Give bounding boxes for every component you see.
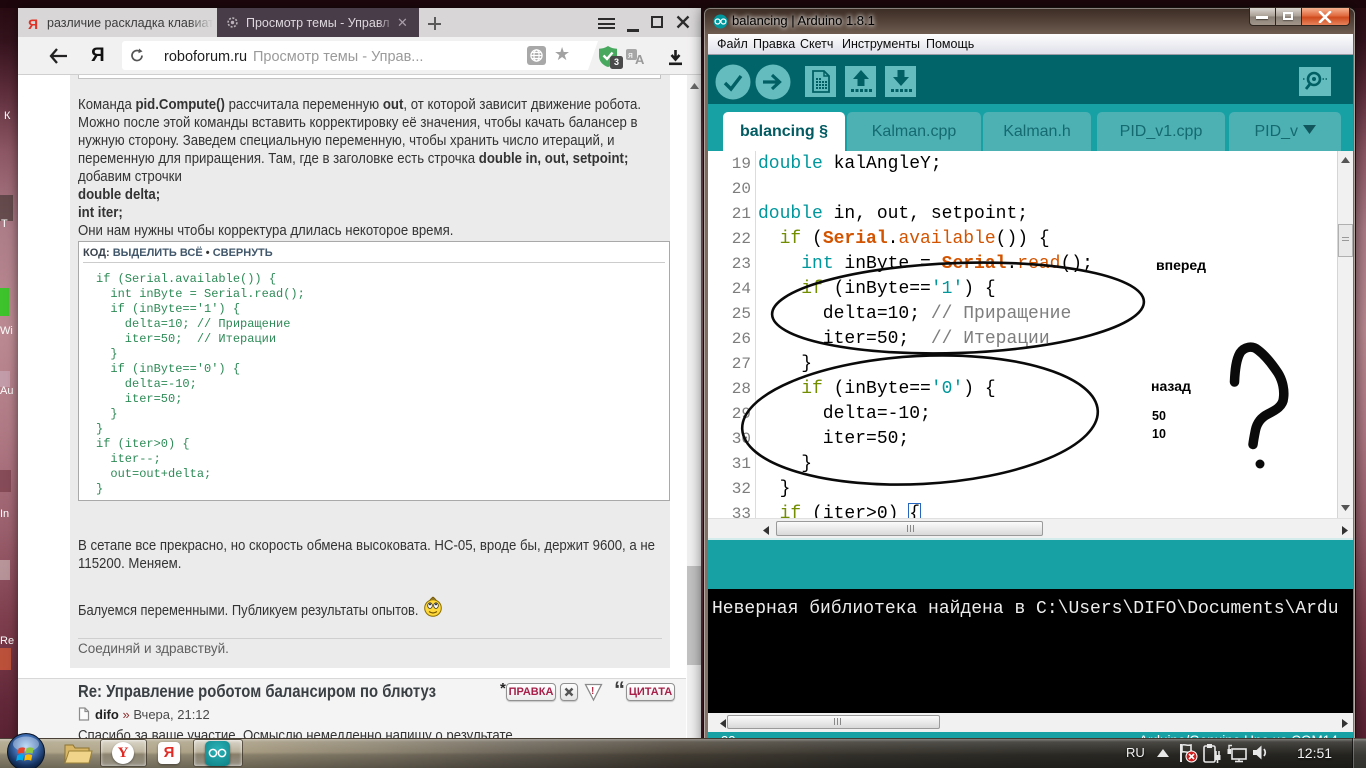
svg-text:!: ! — [591, 686, 594, 697]
svg-text:A: A — [635, 52, 645, 67]
svg-text:я: я — [628, 50, 633, 60]
